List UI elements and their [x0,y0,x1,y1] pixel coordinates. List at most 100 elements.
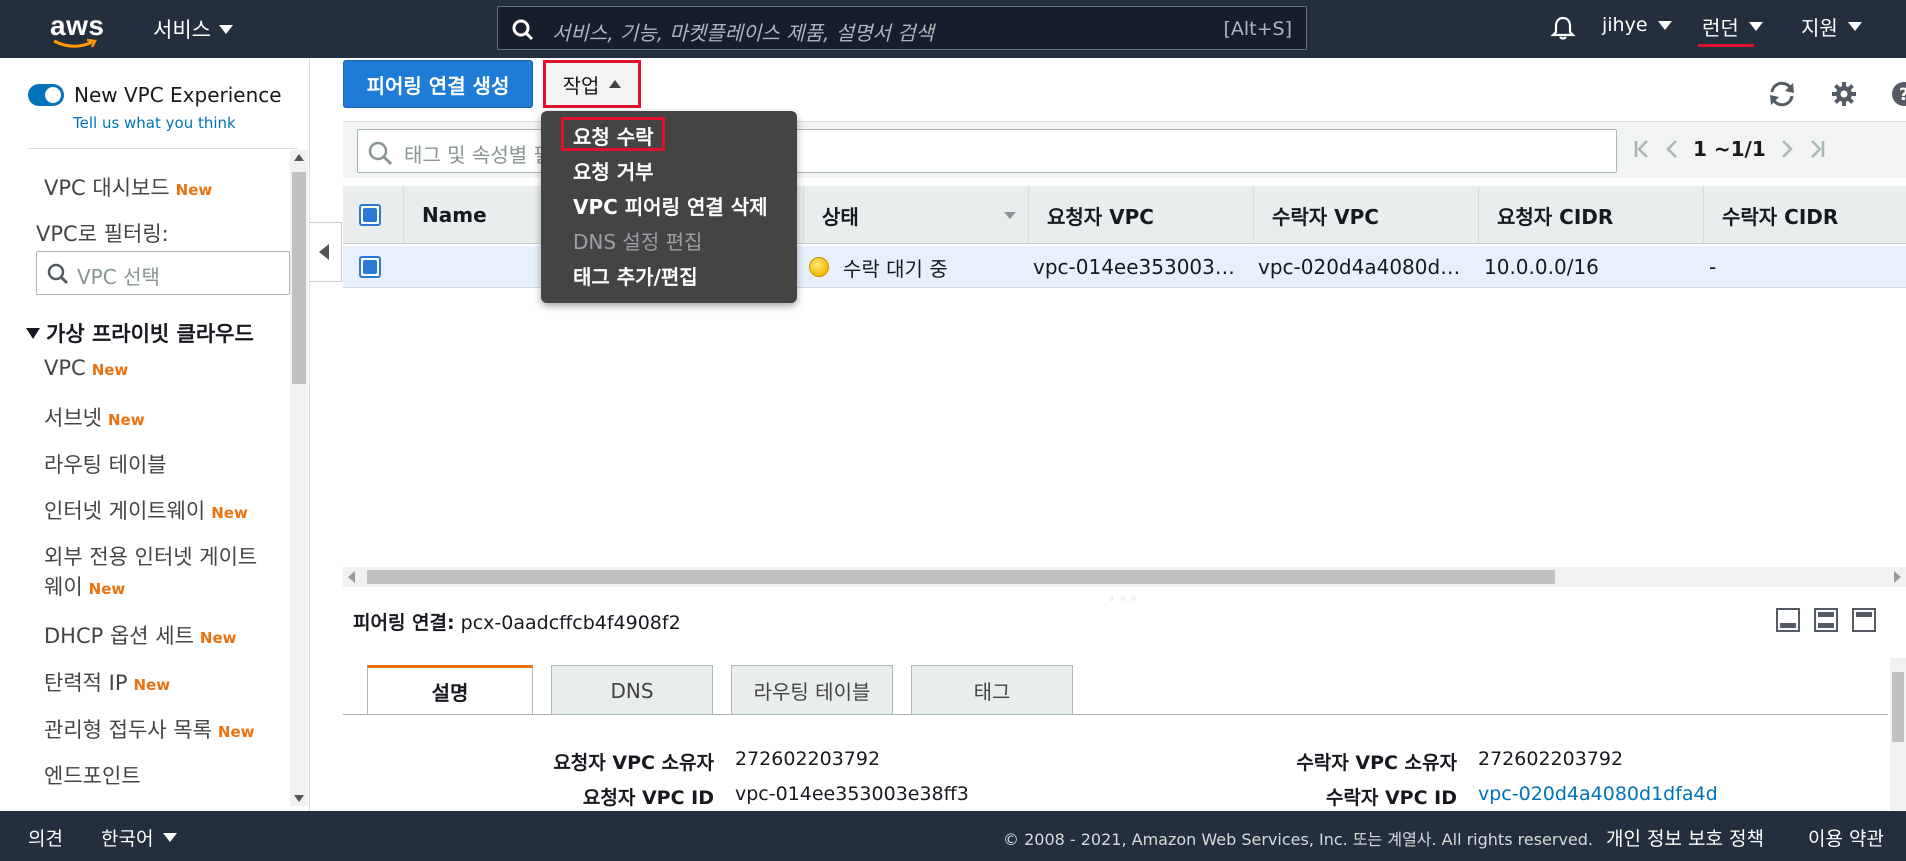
panel-resize-handle[interactable]: ◦◦◦ [1108,592,1141,606]
tab-tags[interactable]: 태그 [911,665,1073,715]
menu-item-delete-peering[interactable]: VPC 피어링 연결 삭제 [573,191,768,220]
actions-button[interactable]: 작업 [543,60,641,108]
sidebar-item-label-line2: 웨이 [44,575,83,599]
toolbar-icons: ? [1766,80,1906,108]
menu-item-edit-tags[interactable]: 태그 추가/편집 [573,261,698,290]
column-header-status[interactable]: 상태 [803,186,1028,244]
services-menu[interactable]: 서비스 [153,14,233,44]
sidebar-item-vpc-dashboard[interactable]: VPC 대시보드 New [44,172,212,202]
sidebar-item-label: 탄력적 IP [44,671,128,695]
details-vertical-scrollbar[interactable] [1890,658,1906,811]
privacy-policy-link[interactable]: 개인 정보 보호 정책 [1606,824,1764,851]
panel-half-icon[interactable] [1814,608,1838,632]
sidebar-section-vpc[interactable]: 가상 프라이빗 클라우드 [26,318,254,348]
vpc-select-input[interactable]: VPC 선택 [36,251,290,295]
accepter-vpc-id-link[interactable]: vpc-020d4a4080d1dfa4d [1478,783,1718,805]
sidebar-item-prefix-lists[interactable]: 관리형 접두사 목록 New [44,714,255,744]
search-icon [368,141,393,166]
row-checkbox-cell [359,246,399,288]
sidebar-scrollbar[interactable] [290,150,308,806]
sidebar-collapse-button[interactable] [310,222,342,282]
new-badge: New [91,361,129,379]
feedback-link[interactable]: Tell us what you think [73,114,236,132]
panel-minimize-icon[interactable] [1776,608,1800,632]
support-label: 지원 [1801,16,1838,40]
panel-maximize-icon[interactable] [1852,608,1876,632]
sidebar-item-egress-only-igw[interactable]: 외부 전용 인터넷 게이트 웨이 New [44,542,257,604]
terms-link[interactable]: 이용 약관 [1808,824,1884,851]
column-label: 요청자 CIDR [1497,204,1614,229]
support-menu[interactable]: 지원 [1801,12,1862,41]
region-menu[interactable]: 런던 [1702,12,1763,41]
sidebar-item-label: 인터넷 게이트웨이 [44,499,206,523]
scrollbar-thumb[interactable] [367,570,1555,584]
column-header-requester-vpc[interactable]: 요청자 VPC [1028,186,1253,244]
cell-accepter-cidr: - [1709,255,1717,279]
new-badge: New [107,411,145,429]
scroll-down-icon[interactable] [294,795,304,802]
caret-down-icon [218,24,233,34]
tab-dns[interactable]: DNS [551,665,713,715]
sidebar-item-label: VPC [44,356,86,380]
user-menu[interactable]: jihye [1602,14,1672,36]
help-icon[interactable]: ? [1890,80,1906,108]
requester-vpc-id-value: vpc-014ee353003e38ff3 [735,783,969,805]
new-vpc-experience-toggle[interactable] [28,84,64,106]
divider [343,714,1888,715]
column-label: 요청자 VPC [1047,204,1154,229]
copyright-text: © 2008 - 2021, Amazon Web Services, Inc.… [1003,830,1594,849]
tab-description[interactable]: 설명 [367,665,533,715]
search-shortcut: [Alt+S] [1223,18,1292,40]
sidebar-item-subnets[interactable]: 서브넷 New [44,402,145,432]
column-label: 수락자 CIDR [1722,204,1839,229]
first-page-icon[interactable] [1633,138,1651,160]
scroll-right-icon[interactable] [1894,571,1901,583]
user-name: jihye [1602,14,1648,36]
sidebar-item-dhcp-options[interactable]: DHCP 옵션 세트 New [44,620,237,650]
accepter-owner-value: 272602203792 [1478,748,1624,770]
tab-route-tables[interactable]: 라우팅 테이블 [731,665,893,715]
menu-item-accept-request[interactable]: 요청 수락 [573,121,654,150]
sidebar-item-route-tables[interactable]: 라우팅 테이블 [44,449,167,479]
language-selector[interactable]: 한국어 [101,824,178,851]
actions-dropdown-menu: 요청 수락 요청 거부 VPC 피어링 연결 삭제 DNS 설정 편집 태그 추… [541,111,797,303]
search-icon [47,263,69,285]
select-all-checkbox[interactable] [359,204,381,226]
scrollbar-thumb[interactable] [1892,672,1904,742]
sort-caret-icon [1004,211,1016,219]
column-header-accepter-vpc[interactable]: 수락자 VPC [1253,186,1478,244]
aws-logo[interactable]: aws [50,10,108,50]
refresh-icon[interactable] [1766,80,1798,108]
create-peering-connection-button[interactable]: 피어링 연결 생성 [343,60,533,108]
sidebar-item-endpoints[interactable]: 엔드포인트 [44,760,141,790]
table-horizontal-scrollbar[interactable] [343,567,1906,587]
details-title: 피어링 연결: pcx-0aadcffcb4f4908f2 [353,608,681,635]
global-search-input[interactable]: 서비스, 기능, 마켓플레이스 제품, 설명서 검색 [Alt+S] [497,6,1307,50]
scroll-up-icon[interactable] [294,154,304,161]
pending-status-icon [809,257,829,277]
language-label: 한국어 [101,828,154,850]
new-badge: New [211,504,248,522]
column-header-accepter-cidr[interactable]: 수락자 CIDR [1703,186,1906,244]
aws-smile-icon [53,38,97,48]
gear-icon[interactable] [1830,80,1858,108]
next-page-icon[interactable] [1780,138,1794,160]
new-badge: New [88,580,126,598]
sidebar-item-elastic-ip[interactable]: 탄력적 IP New [44,667,170,697]
footer-feedback-link[interactable]: 의견 [28,824,63,851]
menu-item-reject-request[interactable]: 요청 거부 [573,156,654,185]
cell-requester-vpc: vpc-014ee353003… [1033,255,1235,279]
aws-logo-text: aws [50,10,105,41]
previous-page-icon[interactable] [1665,138,1679,160]
footer: 의견 한국어 © 2008 - 2021, Amazon Web Service… [0,811,1906,861]
sidebar-item-internet-gateways[interactable]: 인터넷 게이트웨이 New [44,495,248,525]
column-header-requester-cidr[interactable]: 요청자 CIDR [1478,186,1703,244]
last-page-icon[interactable] [1808,138,1826,160]
row-checkbox[interactable] [359,256,381,278]
sidebar-item-vpc[interactable]: VPC New [44,356,128,380]
bell-icon[interactable] [1550,15,1576,46]
scroll-left-icon[interactable] [348,571,355,583]
new-badge: New [217,723,255,741]
scrollbar-thumb[interactable] [292,172,306,384]
new-badge: New [133,676,171,694]
